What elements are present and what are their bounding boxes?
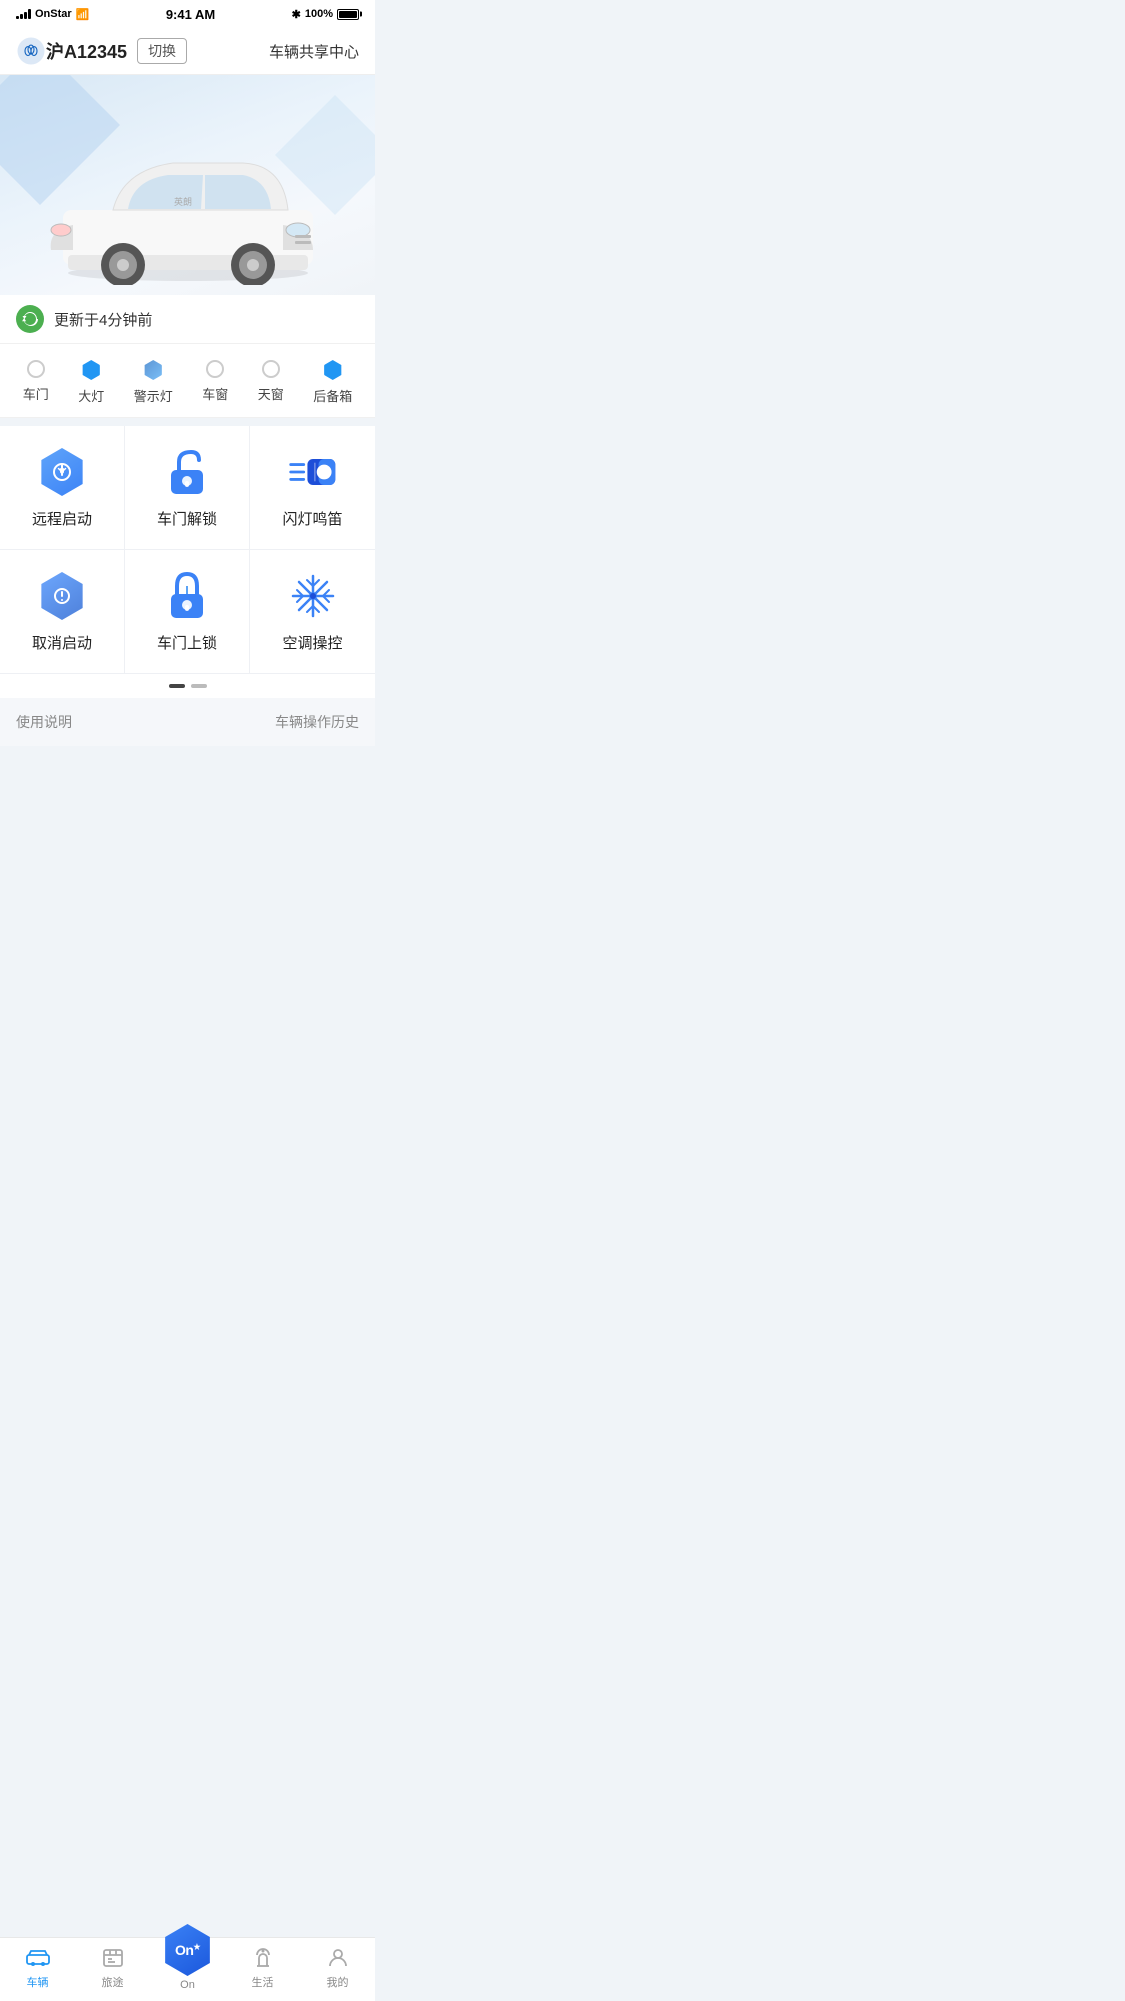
profile-nav-icon [325, 1945, 351, 1971]
footer-links: 使用说明 车辆操作历史 [0, 698, 375, 746]
refresh-icon[interactable] [16, 305, 44, 333]
bottom-nav: 车辆 旅途 On★ On [0, 1937, 375, 2001]
battery-icon [337, 9, 359, 20]
share-center-link[interactable]: 车辆共享中心 [269, 41, 359, 62]
update-text: 更新于4分钟前 [54, 309, 152, 330]
nav-item-trip[interactable]: 旅途 [75, 1945, 150, 1990]
life-nav-label: 生活 [252, 1974, 274, 1990]
headlight-indicator-label: 大灯 [78, 386, 104, 405]
headlight-indicator-dot [81, 360, 101, 380]
window-indicator-dot [206, 360, 224, 378]
remote-start-icon [36, 446, 88, 498]
ac-control-button[interactable]: 空调操控 [250, 550, 375, 674]
onstar-icon-text: On★ [175, 1942, 200, 1958]
status-left: OnStar 📶 [16, 8, 89, 21]
cancel-start-label: 取消启动 [32, 632, 92, 653]
unlock-icon [161, 446, 213, 498]
car-nav-icon [25, 1945, 51, 1971]
bluetooth-icon: ✱ [292, 8, 301, 21]
svg-text:英朗: 英朗 [173, 196, 191, 207]
switch-vehicle-button[interactable]: 切换 [137, 38, 187, 64]
control-grid: 远程启动 车门解锁 [0, 426, 375, 674]
remote-start-label: 远程启动 [32, 508, 92, 529]
window-indicator-label: 车窗 [202, 384, 228, 403]
sunroof-indicator-dot [262, 360, 280, 378]
door-lock-label: 车门上锁 [157, 632, 217, 653]
status-time: 9:41 AM [166, 7, 215, 22]
door-unlock-button[interactable]: 车门解锁 [125, 426, 250, 550]
nav-item-profile[interactable]: 我的 [300, 1945, 375, 1990]
cancel-start-icon [36, 570, 88, 622]
trip-nav-label: 旅途 [102, 1974, 124, 1990]
door-lock-button[interactable]: 车门上锁 [125, 550, 250, 674]
onstar-center-icon[interactable]: On★ [162, 1924, 214, 1976]
status-right: ✱ 100% [292, 8, 359, 21]
page-dots [0, 674, 375, 698]
plate-number: 沪A12345 [46, 38, 127, 64]
buick-logo-icon [16, 36, 46, 66]
flash-horn-label: 闪灯鸣笛 [282, 508, 342, 529]
indicator-trunk[interactable]: 后备箱 [313, 360, 352, 405]
page-dot-2 [191, 684, 207, 688]
flash-horn-icon [287, 446, 339, 498]
carrier-label: OnStar [35, 8, 72, 20]
hazard-indicator-label: 警示灯 [134, 386, 173, 405]
wifi-icon: 📶 [76, 8, 90, 21]
indicators-row: 车门 大灯 警示灯 车窗 天窗 后备箱 [0, 344, 375, 418]
control-section: 远程启动 车门解锁 [0, 426, 375, 698]
profile-nav-label: 我的 [327, 1974, 349, 1990]
history-link[interactable]: 车辆操作历史 [275, 712, 359, 732]
trunk-indicator-label: 后备箱 [313, 386, 352, 405]
nav-item-onstar[interactable]: On★ On [150, 1944, 225, 1991]
lock-icon [161, 570, 213, 622]
nav-item-life[interactable]: 生活 [225, 1945, 300, 1990]
door-indicator-dot [27, 360, 45, 378]
indicator-window[interactable]: 车窗 [202, 360, 228, 403]
hero-section: 英朗 [0, 75, 375, 295]
car-image: 英朗 [43, 125, 333, 285]
indicator-door[interactable]: 车门 [23, 360, 49, 403]
life-nav-icon [250, 1945, 276, 1971]
cancel-start-button[interactable]: 取消启动 [0, 550, 125, 674]
onstar-nav-label: On [180, 1979, 195, 1991]
nav-item-vehicle[interactable]: 车辆 [0, 1945, 75, 1990]
trunk-indicator-dot [323, 360, 343, 380]
battery-label: 100% [305, 8, 333, 20]
remote-start-button[interactable]: 远程启动 [0, 426, 125, 550]
indicator-headlight[interactable]: 大灯 [78, 360, 104, 405]
status-bar: OnStar 📶 9:41 AM ✱ 100% [0, 0, 375, 28]
door-indicator-label: 车门 [23, 384, 49, 403]
page-dot-1 [169, 684, 185, 688]
trip-nav-icon [100, 1945, 126, 1971]
app-header: 沪A12345 切换 车辆共享中心 [0, 28, 375, 75]
indicator-sunroof[interactable]: 天窗 [258, 360, 284, 403]
door-unlock-label: 车门解锁 [157, 508, 217, 529]
vehicle-nav-label: 车辆 [27, 1974, 49, 1990]
flash-horn-button[interactable]: 闪灯鸣笛 [250, 426, 375, 550]
indicator-hazard[interactable]: 警示灯 [134, 360, 173, 405]
signal-icon [16, 9, 31, 19]
hazard-indicator-dot [143, 360, 163, 380]
update-status-row[interactable]: 更新于4分钟前 [0, 295, 375, 344]
sunroof-indicator-label: 天窗 [258, 384, 284, 403]
instructions-link[interactable]: 使用说明 [16, 712, 72, 732]
ac-icon [287, 570, 339, 622]
ac-control-label: 空调操控 [282, 632, 342, 653]
